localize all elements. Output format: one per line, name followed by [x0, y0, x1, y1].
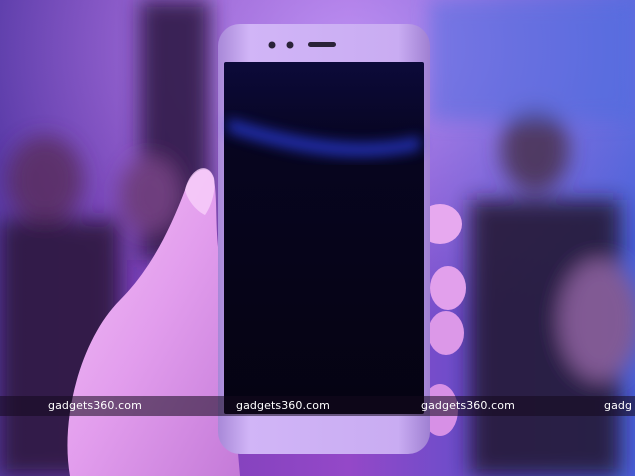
- phone-screen: [224, 62, 424, 414]
- front-camera: [286, 41, 294, 49]
- watermark-text: gadgets360.com: [48, 399, 142, 412]
- watermark-text: gadgets360.com: [236, 399, 330, 412]
- front-sensor: [268, 41, 276, 49]
- earpiece-speaker: [308, 42, 336, 47]
- watermark-text: gadg: [604, 399, 633, 412]
- watermark-text: gadgets360.com: [421, 399, 515, 412]
- smartphone: [218, 24, 430, 454]
- photo-scene: gadgets360.com gadgets360.com gadgets360…: [0, 0, 635, 476]
